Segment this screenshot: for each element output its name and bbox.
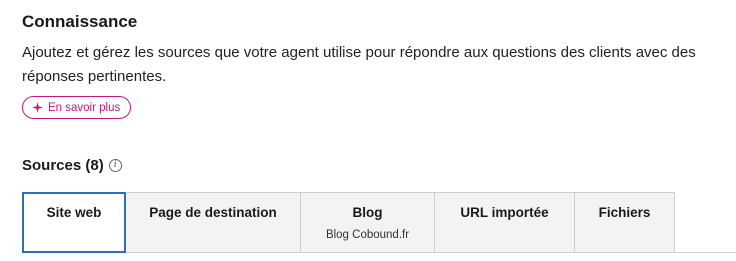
tab-blog[interactable]: Blog Blog Cobound.fr — [301, 192, 435, 253]
info-icon[interactable]: i — [108, 159, 122, 172]
sources-header: Sources (8) i — [22, 157, 122, 174]
tab-url-importee[interactable]: URL importée — [435, 192, 575, 253]
learn-more-button[interactable]: En savoir plus — [22, 96, 132, 119]
tab-label: Fichiers — [598, 205, 651, 220]
learn-more-label: En savoir plus — [48, 101, 121, 114]
sources-title: Sources (8) — [22, 157, 104, 174]
sparkle-icon — [32, 102, 43, 113]
tab-label: Site web — [46, 205, 102, 220]
tab-sublabel: Blog Cobound.fr — [325, 229, 410, 241]
page-title: Connaissance — [22, 12, 138, 31]
tab-label: Blog — [352, 205, 383, 220]
sources-tabs: Site web Page de destination Blog Blog C… — [22, 192, 736, 253]
tab-label: URL importée — [460, 205, 549, 220]
section-description: Ajoutez et gérez les sources que votre a… — [22, 44, 696, 85]
tab-page-de-destination[interactable]: Page de destination — [126, 192, 301, 253]
tab-site-web[interactable]: Site web — [22, 192, 126, 253]
tab-label: Page de destination — [149, 205, 277, 220]
tab-fichiers[interactable]: Fichiers — [575, 192, 675, 253]
